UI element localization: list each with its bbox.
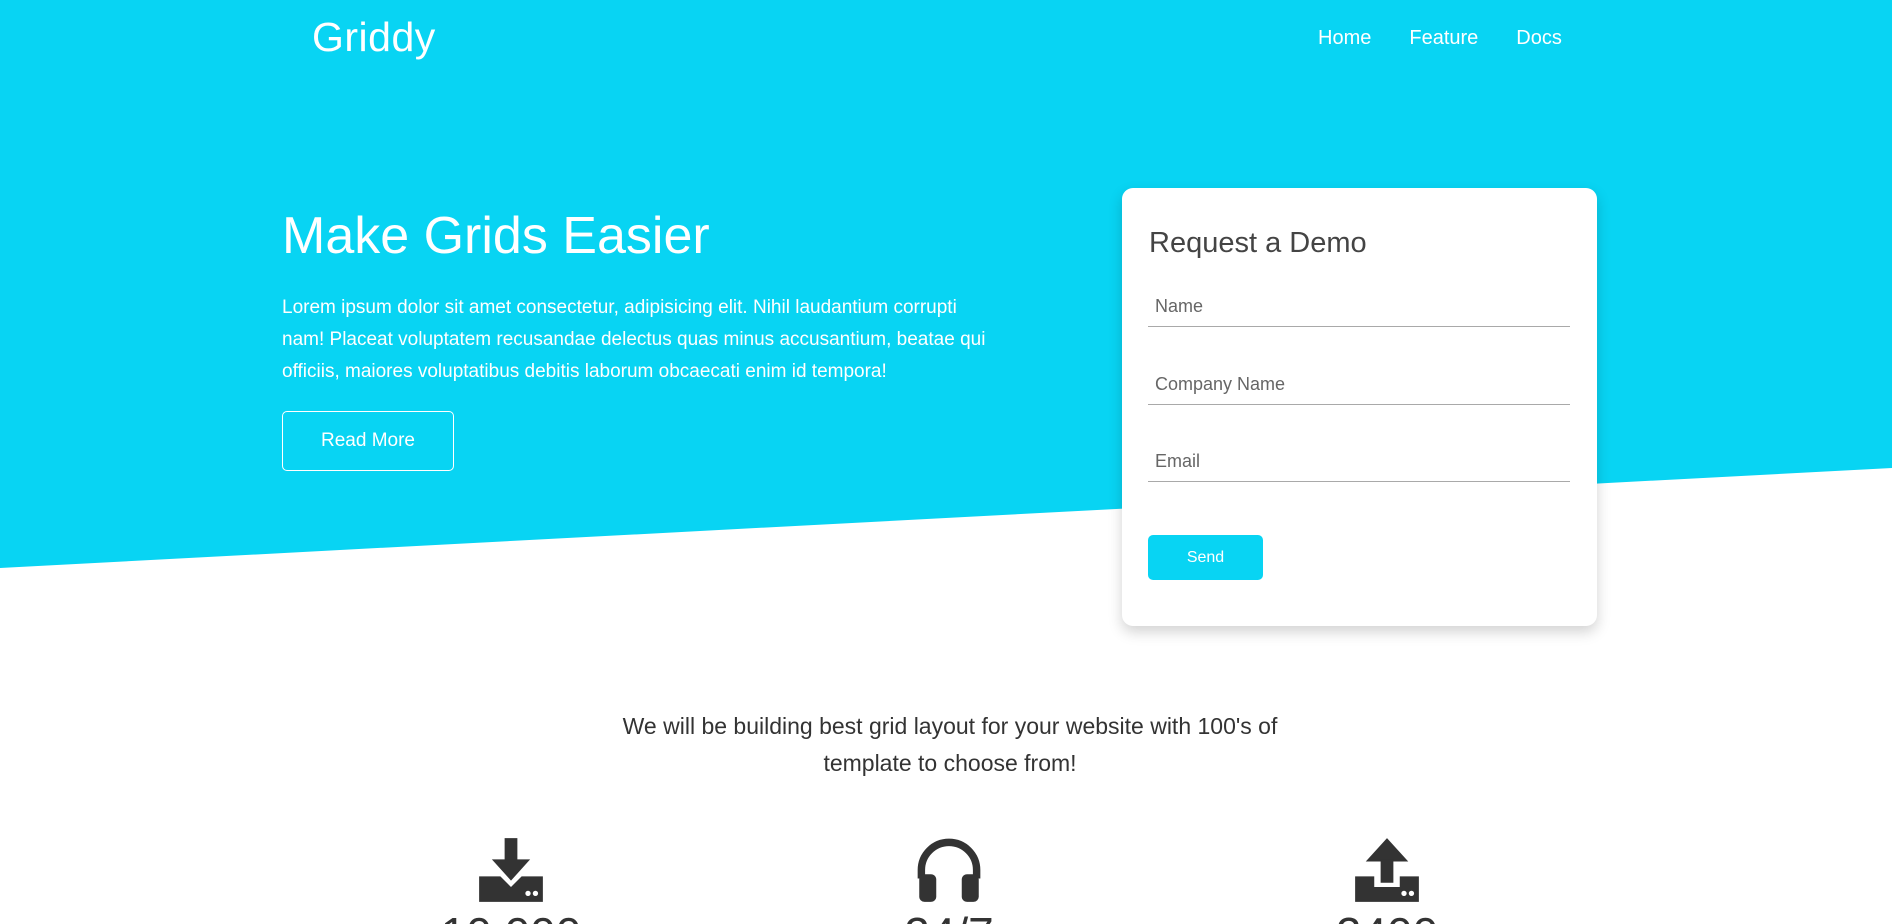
hero-description: Lorem ipsum dolor sit amet consectetur, … <box>282 297 986 382</box>
headphones-icon <box>917 838 981 902</box>
request-demo-title: Request a Demo <box>1149 227 1367 259</box>
send-button[interactable]: Send <box>1148 535 1263 580</box>
stat-downloads: 10,000 <box>386 836 636 924</box>
stat-uploads: 2400 <box>1262 836 1512 924</box>
upload-icon <box>1355 838 1419 902</box>
nav-docs-link[interactable]: Docs <box>1516 27 1562 50</box>
nav-home-link[interactable]: Home <box>1318 27 1371 50</box>
nav-links: Home Feature Docs <box>1318 27 1562 50</box>
features-tagline: We will be building best grid layout for… <box>622 713 1278 776</box>
read-more-button[interactable]: Read More <box>282 411 454 471</box>
navbar: Griddy Home Feature Docs <box>0 0 1892 80</box>
nav-feature-link[interactable]: Feature <box>1409 27 1478 50</box>
stat-support: 24/7 <box>824 836 1074 924</box>
landing-page: Griddy Home Feature Docs Make Grids Easi… <box>0 0 1892 924</box>
stat-value: 24/7 <box>824 908 1074 924</box>
hero-title: Make Grids Easier <box>282 207 710 265</box>
download-icon <box>479 838 543 902</box>
brand-logo[interactable]: Griddy <box>312 14 436 61</box>
stat-value: 10,000 <box>386 908 636 924</box>
email-input[interactable] <box>1148 438 1570 482</box>
hero-background <box>0 0 1892 568</box>
name-input[interactable] <box>1148 283 1570 327</box>
company-name-input[interactable] <box>1148 361 1570 405</box>
stat-value: 2400 <box>1262 908 1512 924</box>
request-demo-form: Request a Demo Send <box>1122 188 1597 626</box>
